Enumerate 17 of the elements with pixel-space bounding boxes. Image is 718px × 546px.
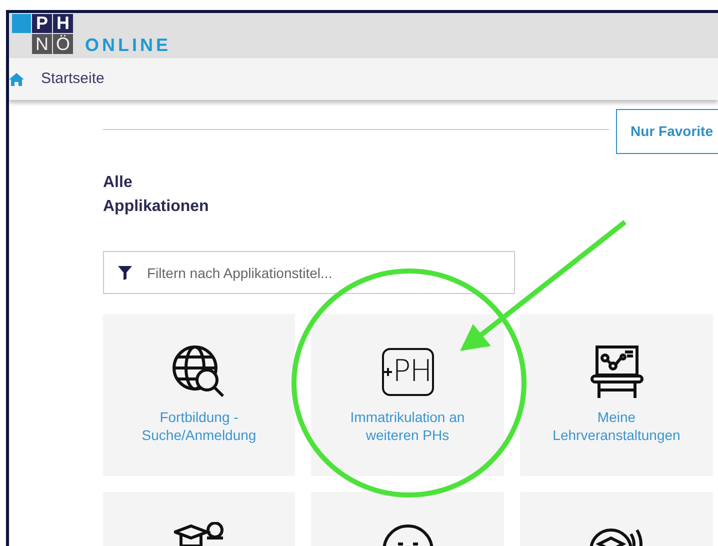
lecture-icon bbox=[588, 344, 644, 400]
logo-text: ONLINE bbox=[85, 35, 172, 55]
nav-link[interactable]: Startseite bbox=[41, 68, 104, 90]
filter-icon bbox=[118, 266, 132, 280]
ph-icon-text: PH bbox=[392, 357, 432, 387]
app-tile[interactable]: PH Immatrikulation an weiteren PHs bbox=[311, 314, 504, 476]
section-heading: Alle Applikationen bbox=[103, 173, 210, 217]
app-title: Immatrikulation an weiteren PHs bbox=[349, 408, 466, 444]
logo[interactable]: P H N Ö bbox=[12, 14, 73, 54]
favorites-button[interactable]: Nur Favorite bbox=[616, 109, 718, 154]
plus-icon bbox=[384, 368, 392, 376]
app-title: Meine Lehrveranstaltungen bbox=[552, 408, 682, 444]
home-icon[interactable] bbox=[9, 72, 24, 86]
globe-search-icon bbox=[171, 344, 227, 400]
app-title: Fortbildung - Suche/Anmeldung bbox=[140, 408, 258, 444]
graduation-icon bbox=[174, 522, 224, 546]
filter-field[interactable]: Filtern nach Applikationstitel... bbox=[103, 251, 515, 294]
